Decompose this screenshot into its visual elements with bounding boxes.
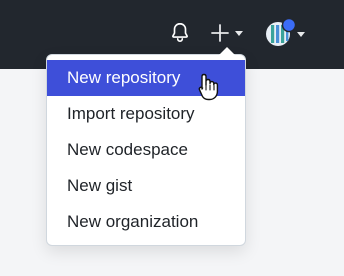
chevron-down-icon <box>297 32 305 37</box>
profile-menu-button[interactable] <box>262 17 308 49</box>
menu-item-new-gist[interactable]: New gist <box>47 168 245 204</box>
menu-item-new-codespace[interactable]: New codespace <box>47 132 245 168</box>
hand-pointer-cursor-icon <box>198 73 219 101</box>
status-indicator <box>281 17 297 33</box>
dropdown-caret <box>219 47 235 55</box>
menu-item-new-organization[interactable]: New organization <box>47 204 245 240</box>
notifications-button[interactable] <box>168 20 192 44</box>
bell-icon <box>172 22 188 42</box>
chevron-down-icon <box>235 31 243 36</box>
create-new-button[interactable] <box>208 20 248 46</box>
plus-icon <box>211 24 229 42</box>
